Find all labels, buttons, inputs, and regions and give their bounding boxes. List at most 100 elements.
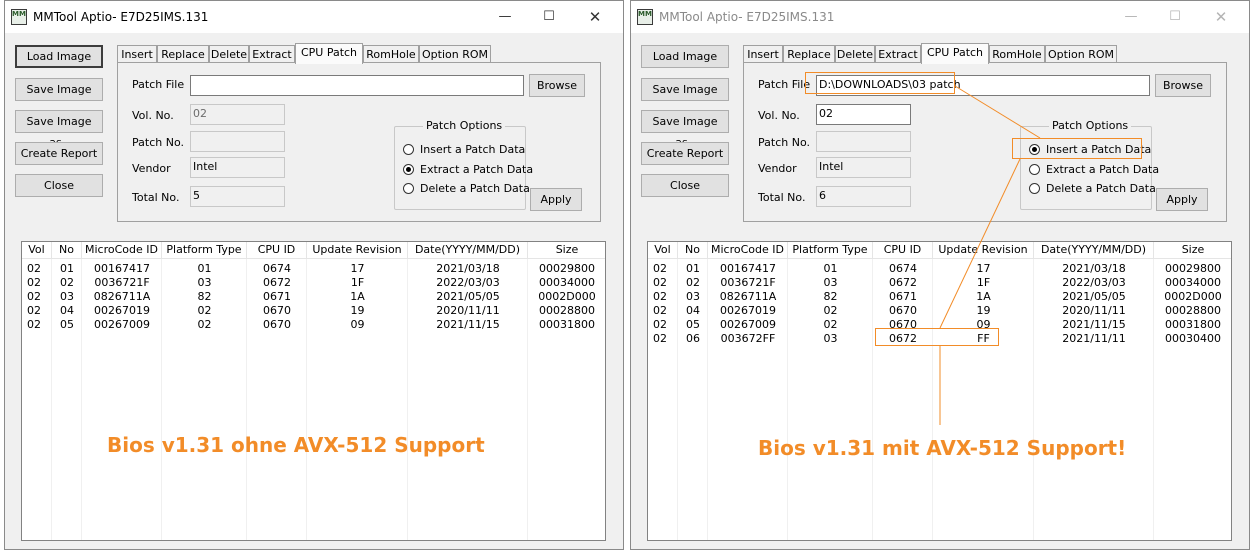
patch-file-label: Patch File [758,78,811,91]
cell-microcode-id: 00167417 [720,262,776,275]
column-header-microcode-id[interactable]: MicroCode ID [82,242,162,259]
close-icon[interactable]: ✕ [585,7,605,27]
column-header-vol[interactable]: Vol [648,242,678,259]
cell-no: 01 [686,262,700,275]
table-row[interactable]: 02 04 00267019 02 0670 19 2020/11/11 000… [648,304,1231,318]
close-button[interactable]: Close [15,174,103,197]
column-header-no[interactable]: No [52,242,82,259]
radio-insert-patch[interactable]: Insert a Patch Data [403,143,525,156]
vol-no-field[interactable]: 02 [816,104,911,125]
column-header-update-revision[interactable]: Update Revision [933,242,1034,259]
title-bar[interactable]: MM MMTool Aptio- E7D25IMS.131 — ☐ ✕ [631,1,1249,33]
load-image-button[interactable]: Load Image [641,45,729,68]
save-image-as-button[interactable]: Save Image as.. [641,110,729,149]
close-button[interactable]: Close [641,174,729,197]
save-image-button[interactable]: Save Image [641,78,729,101]
column-header-microcode-id[interactable]: MicroCode ID [708,242,788,259]
cell-date: 2020/11/11 [1062,304,1126,317]
radio-circle-icon [403,144,414,155]
vendor-label: Vendor [758,162,797,175]
load-image-button[interactable]: Load Image [15,45,103,68]
browse-button[interactable]: Browse [1155,74,1211,97]
radio-extract-patch[interactable]: Extract a Patch Data [403,163,533,176]
radio-label: Delete a Patch Data [1046,182,1156,195]
table-row[interactable]: 02 03 0826711A 82 0671 1A 2021/05/05 000… [22,290,605,304]
microcode-table[interactable]: Vol No MicroCode ID Platform Type CPU ID… [647,241,1232,541]
apply-button[interactable]: Apply [530,188,582,211]
cell-microcode-id: 0826711A [93,290,151,303]
cell-no: 05 [686,318,700,331]
patch-no-field[interactable] [190,131,285,152]
cell-platform-type: 82 [197,290,212,303]
cell-platform-type: 82 [823,290,838,303]
cell-date: 2022/03/03 [436,276,500,289]
column-header-vol[interactable]: Vol [22,242,52,259]
insert-option-highlight [1012,138,1142,159]
table-row[interactable]: 02 03 0826711A 82 0671 1A 2021/05/05 000… [648,290,1231,304]
cell-no: 03 [686,290,700,303]
title-bar[interactable]: MM MMTool Aptio- E7D25IMS.131 — ☐ ✕ [5,1,623,33]
vol-no-field[interactable]: 02 [190,104,285,125]
microcode-table[interactable]: Vol No MicroCode ID Platform Type CPU ID… [21,241,606,541]
table-row[interactable]: 02 01 00167417 01 0674 17 2021/03/18 000… [22,262,605,276]
create-report-button[interactable]: Create Report [15,142,103,165]
window-title: MMTool Aptio- E7D25IMS.131 [33,10,209,24]
cell-date: 2021/05/05 [436,290,500,303]
cell-platform-type: 01 [197,262,212,275]
column-header-no[interactable]: No [678,242,708,259]
cell-date: 2022/03/03 [1062,276,1126,289]
cell-date: 2021/11/15 [1062,318,1126,331]
save-image-button[interactable]: Save Image [15,78,103,101]
radio-delete-patch[interactable]: Delete a Patch Data [1029,182,1156,195]
column-header-cpu-id[interactable]: CPU ID [247,242,307,259]
column-header-date[interactable]: Date(YYYY/MM/DD) [408,242,528,259]
total-no-label: Total No. [132,191,180,204]
radio-delete-patch[interactable]: Delete a Patch Data [403,182,530,195]
cell-platform-type: 02 [823,318,838,331]
cell-microcode-id: 00167417 [94,262,150,275]
patch-file-label: Patch File [132,78,185,91]
cell-update-revision: 1F [976,276,991,289]
table-row[interactable]: 02 05 00267009 02 0670 09 2021/11/15 000… [22,318,605,332]
table-header: Vol No MicroCode ID Platform Type CPU ID… [648,242,1231,259]
cell-date: 2021/03/18 [436,262,500,275]
cell-update-revision: 17 [350,262,365,275]
cell-update-revision: 09 [350,318,365,331]
cell-size: 00034000 [1165,276,1221,289]
table-row[interactable]: 02 04 00267019 02 0670 19 2020/11/11 000… [22,304,605,318]
cell-date: 2021/05/05 [1062,290,1126,303]
browse-button[interactable]: Browse [529,74,585,97]
table-row[interactable]: 02 01 00167417 01 0674 17 2021/03/18 000… [648,262,1231,276]
cell-platform-type: 03 [197,276,212,289]
cell-no: 04 [686,304,700,317]
create-report-button[interactable]: Create Report [641,142,729,165]
save-image-as-button[interactable]: Save Image as.. [15,110,103,149]
minimize-icon[interactable]: — [495,7,515,27]
radio-label: Extract a Patch Data [1046,163,1160,176]
tab-cpu-patch[interactable]: CPU Patch [295,43,363,64]
column-header-size[interactable]: Size [1154,242,1232,259]
table-row[interactable]: 02 02 0036721F 03 0672 1F 2022/03/03 000… [648,276,1231,290]
mmtool-app-icon: MM [11,9,27,25]
maximize-icon[interactable]: ☐ [1165,7,1185,27]
column-header-update-revision[interactable]: Update Revision [307,242,408,259]
column-header-size[interactable]: Size [528,242,606,259]
maximize-icon[interactable]: ☐ [539,7,559,27]
table-row[interactable]: 02 02 0036721F 03 0672 1F 2022/03/03 000… [22,276,605,290]
close-icon[interactable]: ✕ [1211,7,1231,27]
tab-cpu-patch[interactable]: CPU Patch [921,43,989,64]
window-title: MMTool Aptio- E7D25IMS.131 [659,10,835,24]
radio-label: Insert a Patch Data [420,143,526,156]
radio-label: Delete a Patch Data [420,182,530,195]
radio-extract-patch[interactable]: Extract a Patch Data [1029,163,1159,176]
column-header-platform-type[interactable]: Platform Type [788,242,873,259]
cell-size: 00028800 [1165,304,1221,317]
cell-microcode-id: 0036721F [720,276,776,289]
column-header-date[interactable]: Date(YYYY/MM/DD) [1034,242,1154,259]
patch-file-field[interactable] [190,75,524,96]
apply-button[interactable]: Apply [1156,188,1208,211]
column-header-cpu-id[interactable]: CPU ID [873,242,933,259]
column-header-platform-type[interactable]: Platform Type [162,242,247,259]
minimize-icon[interactable]: — [1121,7,1141,27]
patch-no-field[interactable] [816,131,911,152]
